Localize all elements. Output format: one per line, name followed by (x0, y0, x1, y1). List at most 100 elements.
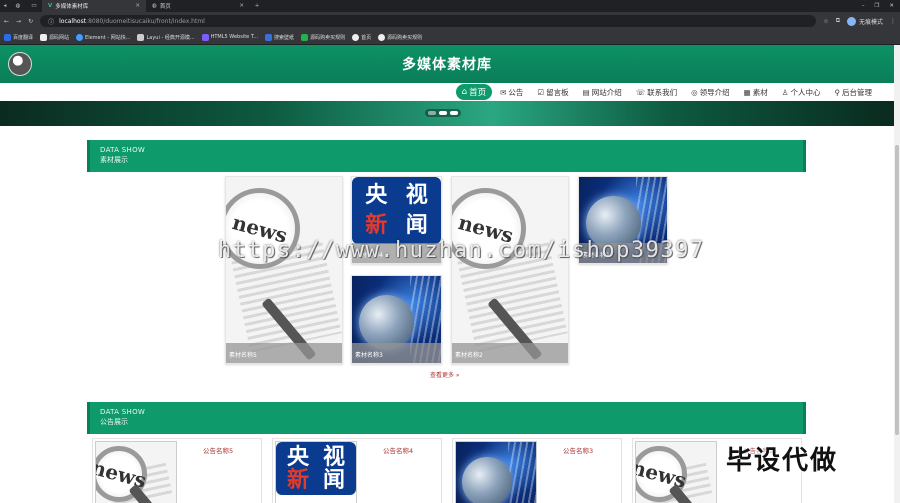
target-icon: ◎ (691, 87, 698, 97)
material-card-5[interactable]: news 素材名称5 (225, 176, 343, 364)
layui-icon (137, 33, 145, 41)
bookmark-item[interactable]: Layui - 经典开源模... (137, 33, 195, 41)
bookmark-item[interactable]: 首页 (352, 33, 371, 41)
browser-tab[interactable]: ◍ 首页 ✕ (146, 0, 250, 12)
main-nav: ⌂ 首页 ✉ 公告 ☑ 留言板 ▤ 网站介绍 ☏ 联系我们 ◎ 领导介绍 ▦ 素材 ♙ 个人中心… (0, 83, 894, 101)
globe-icon: ◍ (152, 3, 157, 9)
material-caption: 素材名称4 (352, 243, 441, 263)
hero-carousel[interactable] (0, 101, 894, 126)
close-window-icon[interactable]: ✕ (889, 3, 894, 9)
nav-leaders[interactable]: ◎ 领导介绍 (685, 85, 736, 100)
material-card-3[interactable]: 素材名称3 (351, 275, 442, 364)
news-illustration: news (452, 177, 568, 363)
bookmark-item[interactable]: 源码购卖买规则 (301, 33, 345, 41)
reload-icon[interactable]: ↻ (28, 18, 33, 25)
nav-contact[interactable]: ☏ 联系我们 (630, 85, 683, 100)
element-icon (76, 33, 84, 41)
nav-admin[interactable]: ⚲ 后台管理 (829, 85, 879, 100)
material-caption: 素材名称2 (452, 343, 568, 363)
mail-icon: ✉ (500, 87, 507, 97)
document-icon: ▤ (582, 87, 590, 97)
bookmark-item[interactable]: 搜索壁纸 (265, 33, 294, 41)
globe-icon: ◍ (15, 3, 21, 9)
material-card-1[interactable]: 素材名称1 (578, 176, 668, 264)
nav-home[interactable]: ⌂ 首页 (455, 84, 493, 100)
section-title-cn: 公告展示 (100, 418, 128, 426)
new-tab-button[interactable]: + (250, 3, 264, 9)
user-icon: ♙ (781, 87, 789, 97)
tab-title: 多媒体素材库 (55, 4, 89, 10)
bookmark-item[interactable]: Element - 网站快... (76, 33, 130, 41)
notice-thumbnail: news (95, 441, 177, 503)
grid-icon: ▦ (743, 87, 751, 97)
carousel-dot[interactable] (450, 111, 458, 115)
notices-section-header: DATA SHOW 公告展示 (87, 402, 806, 434)
globe-icon (352, 33, 360, 41)
globe-icon (378, 33, 386, 41)
material-card-2[interactable]: news 素材名称2 (451, 176, 569, 364)
nav-notice[interactable]: ✉ 公告 (494, 85, 529, 100)
window-controls: – ❐ ✕ (862, 3, 900, 9)
html5-icon (201, 33, 209, 41)
star-icon[interactable]: ☆ (823, 18, 828, 25)
nav-message-board[interactable]: ☑ 留言板 (531, 85, 574, 100)
view-more-link[interactable]: 查看更多 » (430, 370, 460, 379)
extensions-icon[interactable]: ⧉ (836, 17, 840, 25)
notice-thumbnail: 央视新闻 (275, 441, 357, 503)
minimize-icon[interactable]: – (862, 3, 865, 9)
checkbox-icon: ☑ (537, 87, 545, 97)
browser-tab-pinned-2[interactable]: ▭ (26, 0, 42, 12)
tab-search-icon[interactable]: ◂ (0, 3, 10, 9)
folder-icon (40, 33, 48, 41)
bookmark-item[interactable]: HTML5 Website T... (201, 33, 258, 41)
close-tab-icon[interactable]: ✕ (239, 3, 244, 9)
vue-logo-icon: V (48, 3, 53, 9)
nav-user-center[interactable]: ♙ 个人中心 (776, 85, 827, 100)
window-icon: ▭ (31, 3, 37, 9)
notice-card-5[interactable]: news 公告名称5 (92, 438, 262, 503)
material-caption: 素材名称1 (579, 243, 667, 263)
notice-card-2[interactable]: news 公告名称2 (632, 438, 802, 503)
link-icon: ⚲ (834, 87, 841, 97)
notice-thumbnail (455, 441, 537, 503)
url-path: :8080/duomeitisucaiku/front/index.html (86, 17, 205, 25)
back-icon[interactable]: ← (4, 18, 9, 25)
carousel-dot[interactable] (439, 111, 447, 115)
notice-card-3[interactable]: 公告名称3 (452, 438, 622, 503)
scrollbar-thumb[interactable] (895, 145, 899, 435)
phone-icon: ☏ (635, 87, 646, 97)
material-caption: 素材名称3 (352, 343, 441, 363)
page-scrollbar[interactable] (894, 45, 900, 503)
menu-icon[interactable]: ⋮ (890, 18, 896, 25)
material-card-4[interactable]: 央视新闻 素材名称4 (351, 176, 442, 264)
profile-button[interactable]: 无痕模式 (846, 16, 883, 26)
home-icon: ⌂ (461, 87, 468, 97)
notice-title[interactable]: 公告名称5 (203, 445, 233, 455)
notice-card-4[interactable]: 央视新闻 公告名称4 (272, 438, 442, 503)
forward-icon[interactable]: → (16, 18, 21, 25)
restore-icon[interactable]: ❐ (874, 3, 879, 9)
nav-site-intro[interactable]: ▤ 网站介绍 (577, 85, 628, 100)
browser-toolbar: ← → ↻ ⓘ localhost:8080/duomeitisucaiku/f… (0, 12, 900, 30)
site-header: 多媒体素材库 (0, 45, 894, 83)
materials-section-header: DATA SHOW 素材展示 (87, 140, 806, 172)
notice-title[interactable]: 公告名称3 (563, 445, 593, 455)
address-bar[interactable]: ⓘ localhost:8080/duomeitisucaiku/front/i… (40, 15, 817, 27)
info-icon: ⓘ (48, 18, 55, 26)
notice-title[interactable]: 公告名称2 (743, 445, 773, 455)
bookmark-item[interactable]: 百度翻译 (4, 33, 33, 41)
browser-tab-active[interactable]: V 多媒体素材库 ✕ (42, 0, 146, 12)
bookmark-item[interactable]: 源码网站 (40, 33, 69, 41)
site-logo[interactable] (8, 52, 32, 76)
site-title: 多媒体素材库 (402, 57, 492, 73)
nav-materials[interactable]: ▦ 素材 (738, 85, 774, 100)
browser-tab-pinned[interactable]: ◍ (10, 0, 26, 12)
notice-title[interactable]: 公告名称4 (383, 445, 413, 455)
tab-title: 首页 (159, 4, 171, 10)
close-tab-icon[interactable]: ✕ (135, 3, 140, 9)
web-page: 多媒体素材库 ⌂ 首页 ✉ 公告 ☑ 留言板 ▤ 网站介绍 ☏ 联系我们 ◎ 领导介绍 ▦ 素… (0, 45, 894, 503)
bookmark-item[interactable]: 源码购卖买规则 (378, 33, 422, 41)
section-title-cn: 素材展示 (100, 156, 128, 164)
carousel-dot[interactable] (428, 111, 436, 115)
carousel-indicators (425, 109, 461, 117)
